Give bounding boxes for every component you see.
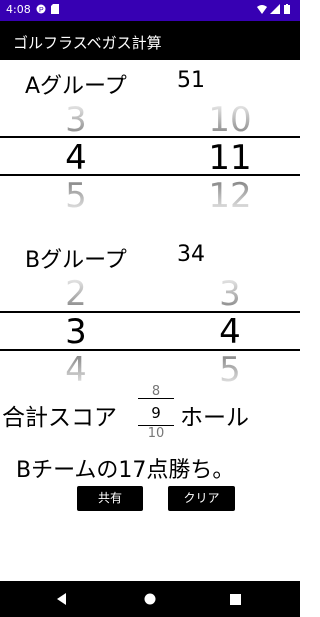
group-b-picker1-next[interactable]: 4 — [36, 350, 116, 390]
hole-picker[interactable]: 8 9 10 — [136, 384, 176, 442]
battery-icon — [284, 4, 290, 14]
status-time: 4:08 — [6, 3, 31, 16]
wifi-icon — [257, 5, 267, 14]
hole-picker-divider-top — [138, 398, 174, 399]
group-b-label: Bグループ — [25, 248, 127, 273]
group-b-picker1-selected[interactable]: 3 — [36, 312, 116, 352]
group-a-picker1-next[interactable]: 5 — [36, 176, 116, 216]
share-button[interactable]: 共有 — [77, 486, 143, 511]
group-b-pickers: 2 3 4 3 4 5 — [0, 274, 300, 390]
clear-button[interactable]: クリア — [168, 486, 235, 511]
hole-label: ホール — [180, 405, 249, 431]
picker-divider-bottom — [0, 174, 300, 176]
hole-picker-selected[interactable]: 9 — [136, 404, 176, 422]
picker-divider-top — [0, 311, 300, 313]
group-a-picker1-selected[interactable]: 4 — [36, 138, 116, 178]
p-icon: P — [36, 4, 46, 14]
svg-text:P: P — [39, 7, 44, 14]
group-b-picker1-prev[interactable]: 2 — [36, 274, 116, 314]
recents-icon[interactable] — [230, 594, 241, 605]
group-b-picker2-next[interactable]: 5 — [190, 350, 270, 390]
hole-picker-next[interactable]: 10 — [136, 426, 176, 441]
group-a-picker2-selected[interactable]: 11 — [190, 138, 270, 178]
group-a-picker1-prev[interactable]: 3 — [36, 100, 116, 140]
group-a-picker2-prev[interactable]: 10 — [190, 100, 270, 140]
app-bar: ゴルフラスベガス計算 — [0, 21, 300, 60]
back-icon[interactable] — [56, 593, 68, 605]
hole-picker-prev[interactable]: 8 — [136, 384, 176, 399]
picker-divider-top — [0, 136, 300, 138]
signal-icon — [270, 4, 280, 14]
group-b-score: 34 — [177, 242, 205, 267]
picker-divider-bottom — [0, 349, 300, 351]
total-score-label: 合計スコア — [2, 405, 117, 431]
result-text: Bチームの17点勝ち。 — [16, 458, 235, 483]
status-bar: 4:08 P — [0, 0, 300, 21]
sd-card-icon — [51, 4, 59, 14]
navigation-bar — [0, 581, 300, 617]
group-a-picker2-next[interactable]: 12 — [190, 176, 270, 216]
group-a-label: Aグループ — [25, 74, 127, 99]
home-icon[interactable] — [144, 593, 156, 605]
group-a-score: 51 — [177, 68, 205, 93]
group-b-picker2-prev[interactable]: 3 — [190, 274, 270, 314]
app-title: ゴルフラスベガス計算 — [13, 34, 162, 52]
group-a-pickers: 3 4 5 10 11 12 — [0, 98, 300, 216]
group-b-picker2-selected[interactable]: 4 — [190, 312, 270, 352]
